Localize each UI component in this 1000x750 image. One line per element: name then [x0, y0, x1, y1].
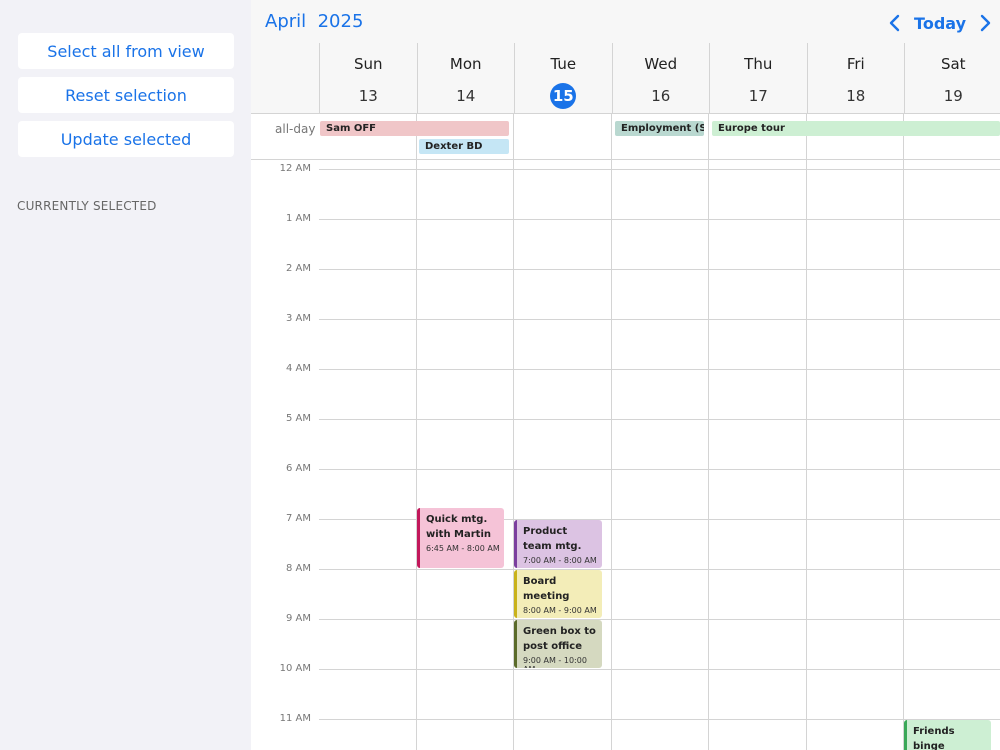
day-name: Fri [846, 55, 865, 73]
day-number: 18 [846, 87, 866, 105]
event-time: 9:00 AM - 10:00 AM [523, 656, 587, 668]
year-label: 2025 [317, 11, 364, 32]
event-quick-mtg-with-martin[interactable]: Quick mtg. with Martin 6:45 AM - 8:00 AM [417, 508, 504, 568]
event-title: Board meeting [523, 576, 570, 602]
hour-label: 3 AM [285, 313, 311, 324]
hour-line [319, 269, 1000, 270]
day-header-sat[interactable]: Sat 19 [904, 43, 1000, 113]
event-title: Green box to post office [523, 626, 596, 652]
hour-label: 9 AM [285, 613, 311, 624]
chevron-right-icon [980, 14, 991, 32]
hour-label: 6 AM [285, 463, 311, 474]
hour-line [319, 669, 1000, 670]
hour-line [319, 419, 1000, 420]
hour-line [319, 719, 1000, 720]
calendar-header: April 2025 Today Sun 13 Mon 14 Tue 15 We… [251, 0, 1000, 113]
sidebar: Select all from view Reset selection Upd… [0, 0, 251, 750]
event-title: Friends binge marathon [913, 726, 955, 750]
month-year-title: April 2025 [265, 11, 363, 32]
hour-label: 1 AM [285, 213, 311, 224]
event-board-meeting[interactable]: Board meeting 8:00 AM - 9:00 AM [514, 570, 602, 618]
all-day-divider [513, 114, 514, 160]
hour-label: 4 AM [285, 363, 311, 374]
hour-label: 12 AM [279, 163, 311, 174]
all-day-label: all-day [275, 122, 316, 136]
time-grid: 12 AM 1 AM 2 AM 3 AM 4 AM 5 AM 6 AM 7 AM… [251, 160, 1000, 750]
event-product-team-mtg[interactable]: Product team mtg. 7:00 AM - 8:00 AM [514, 520, 602, 568]
day-column-divider [903, 160, 904, 750]
day-column-divider [611, 160, 612, 750]
hour-label: 2 AM [285, 263, 311, 274]
currently-selected-heading: CURRENTLY SELECTED [17, 199, 157, 213]
hour-label: 8 AM [285, 563, 311, 574]
event-time: 6:45 AM - 8:00 AM [426, 544, 500, 553]
event-friends-binge-marathon[interactable]: Friends binge marathon [904, 720, 991, 750]
day-name: Wed [644, 55, 678, 73]
day-header-thu[interactable]: Thu 17 [709, 43, 807, 113]
hour-label: 11 AM [279, 713, 311, 724]
previous-week-button[interactable] [880, 8, 910, 38]
month-label: April [265, 11, 307, 32]
hour-label: 10 AM [279, 663, 311, 674]
hour-line [319, 319, 1000, 320]
day-header-mon[interactable]: Mon 14 [416, 43, 515, 113]
day-header-sun[interactable]: Sun 13 [319, 43, 417, 113]
select-all-from-view-button[interactable]: Select all from view [18, 33, 234, 69]
next-week-button[interactable] [970, 8, 1000, 38]
day-number: 13 [358, 87, 378, 105]
hour-line [319, 569, 1000, 570]
day-header-wed[interactable]: Wed 16 [611, 43, 710, 113]
event-time: 7:00 AM - 8:00 AM [523, 556, 597, 565]
day-column-divider [806, 160, 807, 750]
hour-label: 7 AM [285, 513, 311, 524]
day-header-tue[interactable]: Tue 15 [514, 43, 612, 113]
all-day-event-sam-off[interactable]: Sam OFF [320, 121, 509, 136]
day-number: 17 [748, 87, 768, 105]
today-button[interactable]: Today [910, 14, 970, 33]
all-day-event-europe-tour[interactable]: Europe tour [712, 121, 1000, 136]
day-name: Tue [550, 55, 577, 73]
day-number: 16 [651, 87, 671, 105]
hour-line [319, 219, 1000, 220]
day-column-divider [416, 160, 417, 750]
day-header-fri[interactable]: Fri 18 [806, 43, 905, 113]
all-day-event-dexter-bd[interactable]: Dexter BD [419, 139, 509, 154]
day-name: Sun [353, 55, 383, 73]
day-name: Sat [940, 55, 966, 73]
event-title: Quick mtg. with Martin [426, 514, 492, 540]
reset-selection-button[interactable]: Reset selection [18, 77, 234, 113]
day-column-divider [708, 160, 709, 750]
all-day-divider [708, 114, 709, 160]
day-number: 14 [456, 87, 476, 105]
day-name: Thu [744, 55, 773, 73]
all-day-row: all-day Sam OFF Dexter BD Employment (S e… [251, 113, 1000, 160]
day-name: Mon [449, 55, 482, 73]
all-day-divider [611, 114, 612, 160]
calendar-nav: Today [880, 8, 1000, 38]
hour-line [319, 369, 1000, 370]
day-number: 19 [943, 87, 963, 105]
hour-label: 5 AM [285, 413, 311, 424]
hour-line [319, 619, 1000, 620]
all-day-event-employment[interactable]: Employment (Seminar) [615, 121, 704, 136]
update-selected-button[interactable]: Update selected [18, 121, 234, 157]
event-time: 8:00 AM - 9:00 AM [523, 606, 597, 615]
chevron-left-icon [889, 14, 900, 32]
event-title: Product team mtg. [523, 526, 582, 552]
today-day-number: 15 [550, 83, 577, 109]
calendar-week-view: April 2025 Today Sun 13 Mon 14 Tue 15 We… [251, 0, 1000, 750]
hour-line [319, 169, 1000, 170]
event-green-box-to-post-office[interactable]: Green box to post office 9:00 AM - 10:00… [514, 620, 602, 668]
hour-line [319, 469, 1000, 470]
